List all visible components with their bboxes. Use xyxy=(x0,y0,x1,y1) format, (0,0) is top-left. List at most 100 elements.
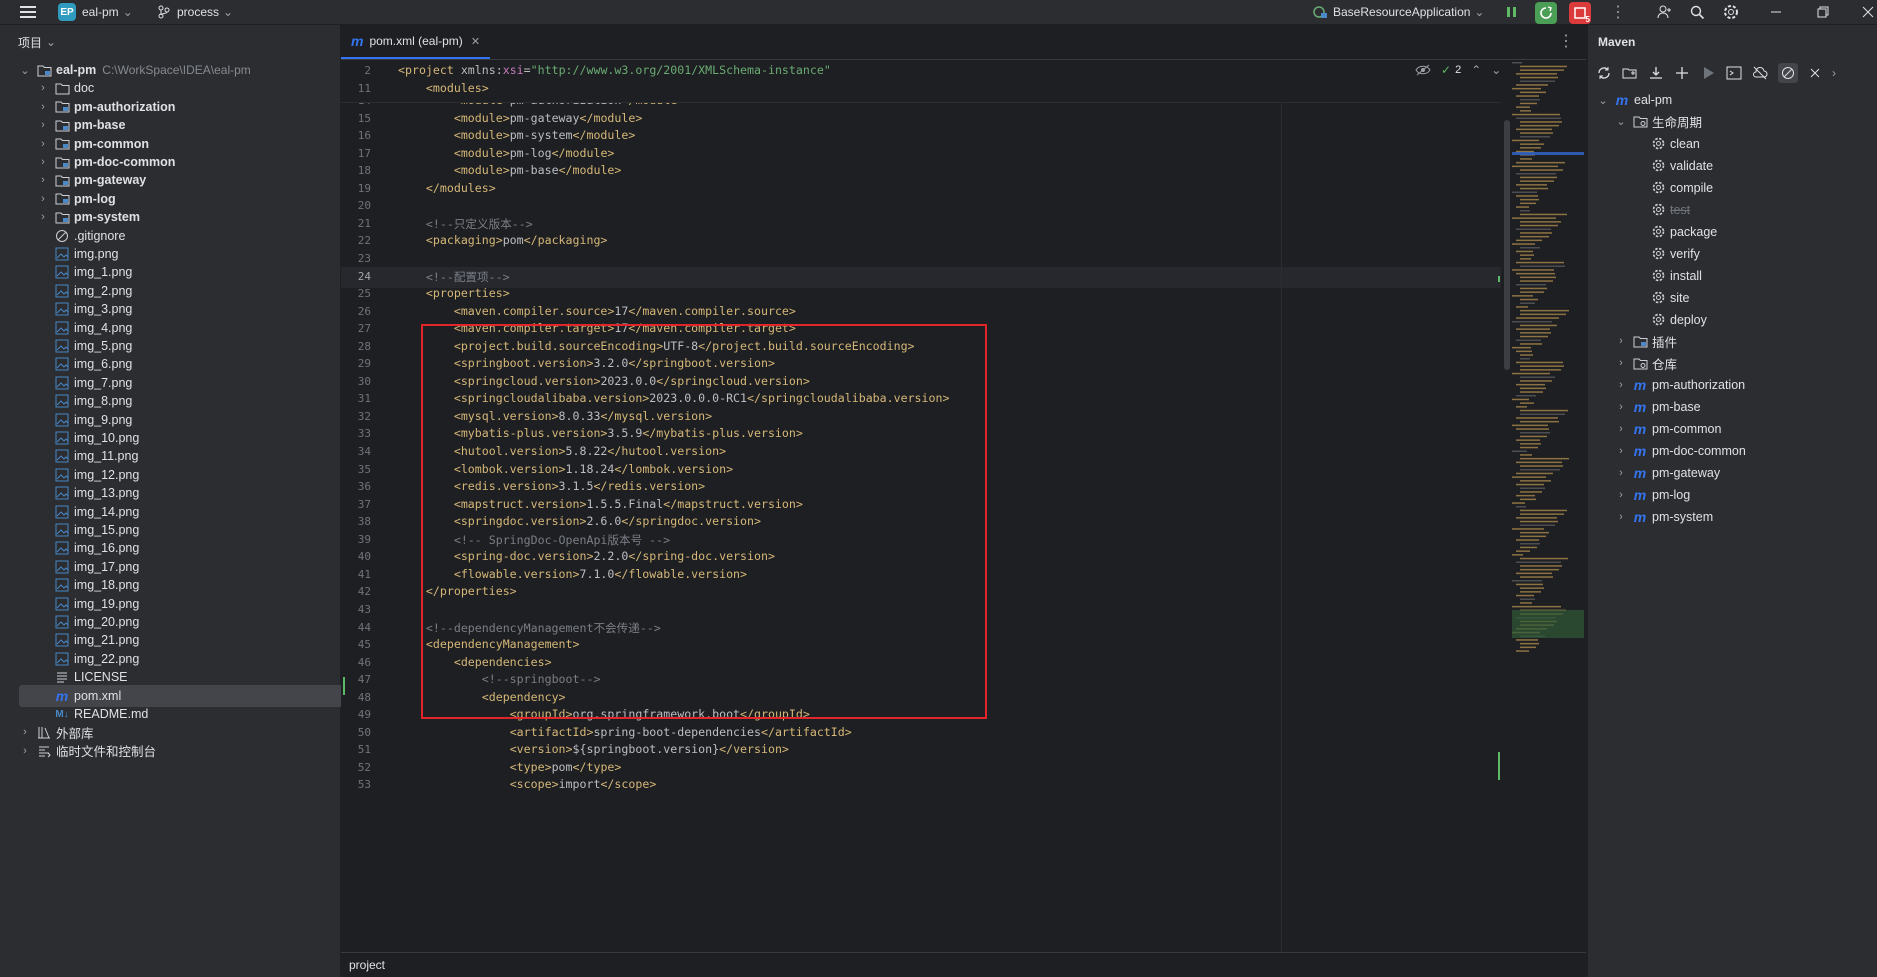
module-folder-icon xyxy=(54,172,70,188)
maven-goal-site[interactable]: site xyxy=(1632,287,1689,309)
change-marker xyxy=(1498,276,1500,282)
image-file-icon xyxy=(54,412,70,428)
chevron-right-icon[interactable]: › xyxy=(1614,467,1628,479)
chevron-right-icon[interactable]: › xyxy=(36,82,50,94)
chevron-right-icon[interactable]: › xyxy=(36,193,50,205)
branch-switcher[interactable]: process ⌄ xyxy=(157,0,233,24)
chevron-right-icon[interactable]: › xyxy=(1614,423,1628,435)
tab-options-icon[interactable]: ⋮ xyxy=(1558,31,1574,51)
maven-module-pm-system[interactable]: › m pm-system xyxy=(1614,506,1713,528)
module-folder-icon xyxy=(54,136,70,152)
close-tab-icon[interactable]: ✕ xyxy=(471,35,480,48)
maven-module-pm-authorization[interactable]: › m pm-authorization xyxy=(1614,374,1745,396)
chevron-right-icon[interactable]: › xyxy=(1614,489,1628,501)
restore-icon[interactable] xyxy=(1817,0,1829,24)
offline-mode-icon[interactable] xyxy=(1752,65,1768,81)
tree-item-label: pm-base xyxy=(74,118,126,133)
maven-goal-clean[interactable]: clean xyxy=(1632,133,1700,155)
tab-pom-xml[interactable]: m pom.xml (eal-pm) ✕ xyxy=(341,25,491,59)
chevron-right-icon[interactable]: › xyxy=(1614,335,1628,347)
chevron-right-icon[interactable]: › xyxy=(18,745,32,757)
chevron-right-icon[interactable]: › xyxy=(1832,66,1836,80)
maven-goal-gear-icon xyxy=(1650,224,1666,240)
download-icon[interactable] xyxy=(1648,65,1664,81)
chevron-down-icon[interactable]: ⌄ xyxy=(1614,115,1628,128)
breadcrumb-project[interactable]: project xyxy=(349,958,385,972)
maven-goal-compile[interactable]: compile xyxy=(1632,177,1713,199)
chevron-right-icon[interactable]: › xyxy=(36,156,50,168)
chevron-right-icon[interactable]: › xyxy=(1614,379,1628,391)
chevron-right-icon[interactable]: › xyxy=(36,138,50,150)
editor-scrollbar[interactable] xyxy=(1504,120,1510,370)
chevron-right-icon[interactable]: › xyxy=(36,101,50,113)
chevron-right-icon[interactable]: › xyxy=(18,726,32,738)
project-panel-header[interactable]: 项目 ⌄ xyxy=(0,25,340,59)
inspection-count: 2 xyxy=(1455,64,1462,76)
close-window-icon[interactable] xyxy=(1862,0,1874,24)
chevron-right-icon[interactable]: › xyxy=(36,119,50,131)
more-actions-icon[interactable]: ⋮ xyxy=(1610,0,1626,24)
inspection-widget[interactable]: ✓ 2 ⌃ ⌄ xyxy=(1415,63,1501,77)
add-user-icon[interactable] xyxy=(1656,0,1672,24)
maven-item-label: compile xyxy=(1670,180,1714,195)
add-folder-icon[interactable] xyxy=(1622,65,1638,81)
maven-root-eal-pm[interactable]: ⌄ m eal-pm xyxy=(1596,89,1672,111)
chevron-right-icon[interactable]: › xyxy=(1614,357,1628,369)
chevron-right-icon[interactable]: › xyxy=(1614,401,1628,413)
maven-icon: m xyxy=(1615,92,1629,108)
code-minimap[interactable] xyxy=(1512,60,1584,760)
code-line: <!--配置项--> xyxy=(425,269,510,284)
project-switcher[interactable]: EP eal-pm ⌄ xyxy=(58,0,133,24)
maven-goal-validate[interactable]: validate xyxy=(1632,155,1713,177)
module-folder-icon xyxy=(54,209,70,225)
next-highlight-icon[interactable]: ⌄ xyxy=(1491,63,1501,77)
image-file-icon xyxy=(54,522,70,538)
code-editor[interactable]: 2 <project xmlns:xsi="http://www.w3.org/2… xyxy=(341,60,1586,952)
stop-icon: 5 xyxy=(1569,2,1591,24)
chevron-down-icon[interactable]: ⌄ xyxy=(18,64,32,77)
maven-goal-test[interactable]: test xyxy=(1632,199,1690,221)
notification-count: 5 xyxy=(1585,15,1590,24)
maven-goal-deploy[interactable]: deploy xyxy=(1632,309,1707,331)
maven-plugins[interactable]: › 插件 xyxy=(1614,330,1677,352)
maven-goal-install[interactable]: install xyxy=(1632,265,1702,287)
maven-goal-package[interactable]: package xyxy=(1632,221,1717,243)
previous-highlight-icon[interactable]: ⌃ xyxy=(1471,63,1481,77)
debug-button[interactable] xyxy=(1535,1,1557,25)
sticky-code-line: <project xmlns:xsi="http://www.w3.org/20… xyxy=(398,63,831,77)
chevron-right-icon[interactable]: › xyxy=(36,174,50,186)
settings-gear-icon[interactable] xyxy=(1723,0,1739,24)
stop-button[interactable]: 5 xyxy=(1569,1,1591,25)
chevron-right-icon[interactable]: › xyxy=(1614,445,1628,457)
profiler-button[interactable] xyxy=(1506,0,1518,24)
image-file-icon xyxy=(54,614,70,630)
maven-module-pm-log[interactable]: › m pm-log xyxy=(1614,484,1690,506)
run-icon[interactable] xyxy=(1700,65,1716,81)
search-icon[interactable] xyxy=(1690,0,1705,24)
main-menu-button[interactable] xyxy=(20,0,36,24)
maven-module-pm-doc-common[interactable]: › m pm-doc-common xyxy=(1614,440,1746,462)
maven-repositories[interactable]: › 仓库 xyxy=(1614,352,1677,374)
execute-goal-icon[interactable] xyxy=(1726,65,1742,81)
tree-item-label: img_12.png xyxy=(74,467,140,482)
reload-icon[interactable] xyxy=(1596,65,1612,81)
maven-lifecycle[interactable]: ⌄ 生命周期 xyxy=(1614,111,1702,133)
maven-module-pm-gateway[interactable]: › m pm-gateway xyxy=(1614,462,1720,484)
skip-tests-toggle[interactable] xyxy=(1778,63,1798,83)
collapse-all-icon[interactable] xyxy=(1808,66,1822,80)
chevron-right-icon[interactable]: › xyxy=(1614,511,1628,523)
maven-module-pm-common[interactable]: › m pm-common xyxy=(1614,418,1721,440)
plus-icon[interactable] xyxy=(1674,65,1690,81)
run-config-selector[interactable]: BaseResourceApplication ⌄ xyxy=(1312,0,1484,24)
tree-item-scratches[interactable]: › 临时文件和控制台 xyxy=(0,740,358,762)
chevron-down-icon[interactable]: ⌄ xyxy=(1596,94,1610,107)
chevron-right-icon[interactable]: › xyxy=(36,211,50,223)
line-number: 23 xyxy=(357,251,371,265)
minimize-icon[interactable] xyxy=(1770,0,1782,24)
folder-icon xyxy=(54,80,70,96)
maven-item-label: eal-pm xyxy=(1634,93,1673,107)
tree-item-label: img_17.png xyxy=(74,559,140,574)
maven-icon: m xyxy=(1633,377,1647,394)
maven-module-pm-base[interactable]: › m pm-base xyxy=(1614,396,1700,418)
maven-goal-verify[interactable]: verify xyxy=(1632,243,1700,265)
